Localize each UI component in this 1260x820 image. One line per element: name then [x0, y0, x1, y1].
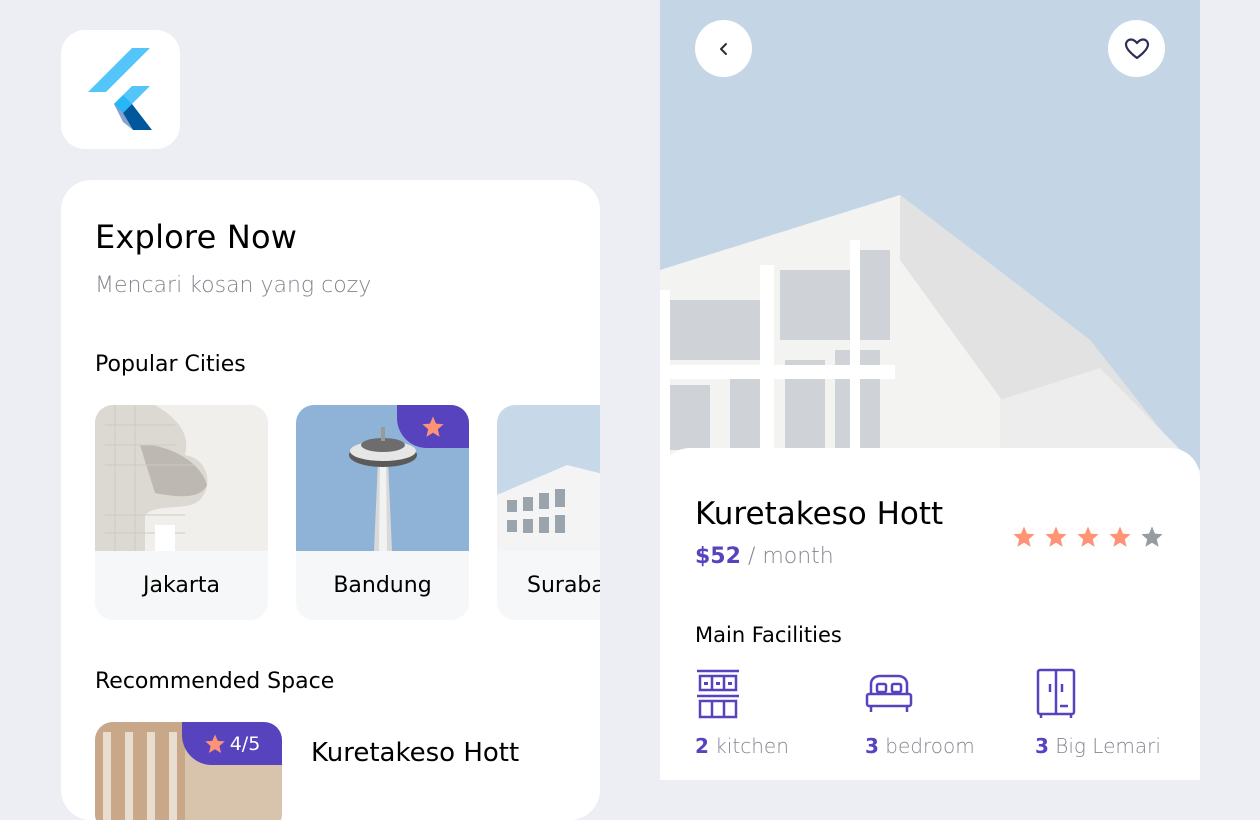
space-detail-view: Kuretakeso Hott $52 / month Main Facilit…: [660, 0, 1200, 780]
city-name: Surabaya: [527, 573, 600, 598]
facility-count: 2: [695, 734, 709, 758]
star-filled-icon: [1077, 526, 1099, 547]
facility-label: kitchen: [715, 734, 789, 758]
popular-cities-title: Popular Cities: [95, 352, 246, 377]
space-name: Kuretakeso Hott: [695, 496, 944, 532]
facility-label: bedroom: [885, 734, 975, 758]
city-card-bandung[interactable]: Bandung: [296, 405, 469, 620]
bed-icon: [865, 674, 913, 712]
facility-kitchen: 2 kitchen: [695, 668, 789, 758]
facility-label: Big Lemari: [1055, 734, 1161, 758]
star-filled-icon: [1109, 526, 1131, 547]
heart-icon: [1124, 37, 1149, 59]
city-name: Bandung: [333, 573, 432, 598]
facility-count: 3: [865, 734, 879, 758]
flutter-logo-icon: [87, 47, 152, 130]
star-icon: [204, 733, 225, 753]
star-filled-icon: [1045, 526, 1067, 547]
facility-count: 3: [1035, 734, 1049, 758]
favorite-button[interactable]: [1108, 20, 1165, 77]
recommended-space-name[interactable]: Kuretakeso Hott: [311, 738, 519, 768]
price-unit: / month: [747, 544, 834, 569]
city-name: Jakarta: [143, 573, 220, 598]
rating-text: 4/5: [229, 732, 261, 755]
facilities-title: Main Facilities: [695, 623, 842, 647]
price-amount: $52: [695, 544, 741, 569]
rating-stars: [1012, 525, 1164, 549]
city-photo-surabaya: [497, 405, 600, 551]
city-photo-jakarta: [95, 405, 268, 551]
explore-card: Explore Now Mencari kosan yang cozy Popu…: [61, 180, 600, 820]
page-subtitle: Mencari kosan yang cozy: [95, 273, 372, 298]
price: $52 / month: [695, 544, 834, 569]
star-icon: [422, 416, 444, 437]
app-icon: [61, 30, 180, 149]
recommended-title: Recommended Space: [95, 669, 335, 694]
star-filled-icon: [1013, 526, 1035, 547]
page-title: Explore Now: [95, 218, 298, 256]
city-card-surabaya[interactable]: Surabaya: [497, 405, 600, 620]
facility-wardrobe: 3 Big Lemari: [1035, 668, 1161, 758]
wardrobe-icon: [1036, 668, 1076, 718]
hero-photo: [660, 0, 1200, 480]
facility-bedroom: 3 bedroom: [865, 668, 975, 758]
recommended-space-card[interactable]: 4/5: [95, 722, 282, 820]
back-button[interactable]: [695, 20, 752, 77]
star-empty-icon: [1141, 526, 1163, 547]
detail-card: Kuretakeso Hott $52 / month Main Facilit…: [660, 448, 1200, 780]
favorite-badge: [397, 405, 469, 448]
city-card-jakarta[interactable]: Jakarta: [95, 405, 268, 620]
kitchen-icon: [697, 669, 739, 719]
city-photo-bandung: [296, 405, 469, 551]
chevron-left-icon: [719, 42, 727, 55]
rating-badge: 4/5: [182, 722, 282, 765]
